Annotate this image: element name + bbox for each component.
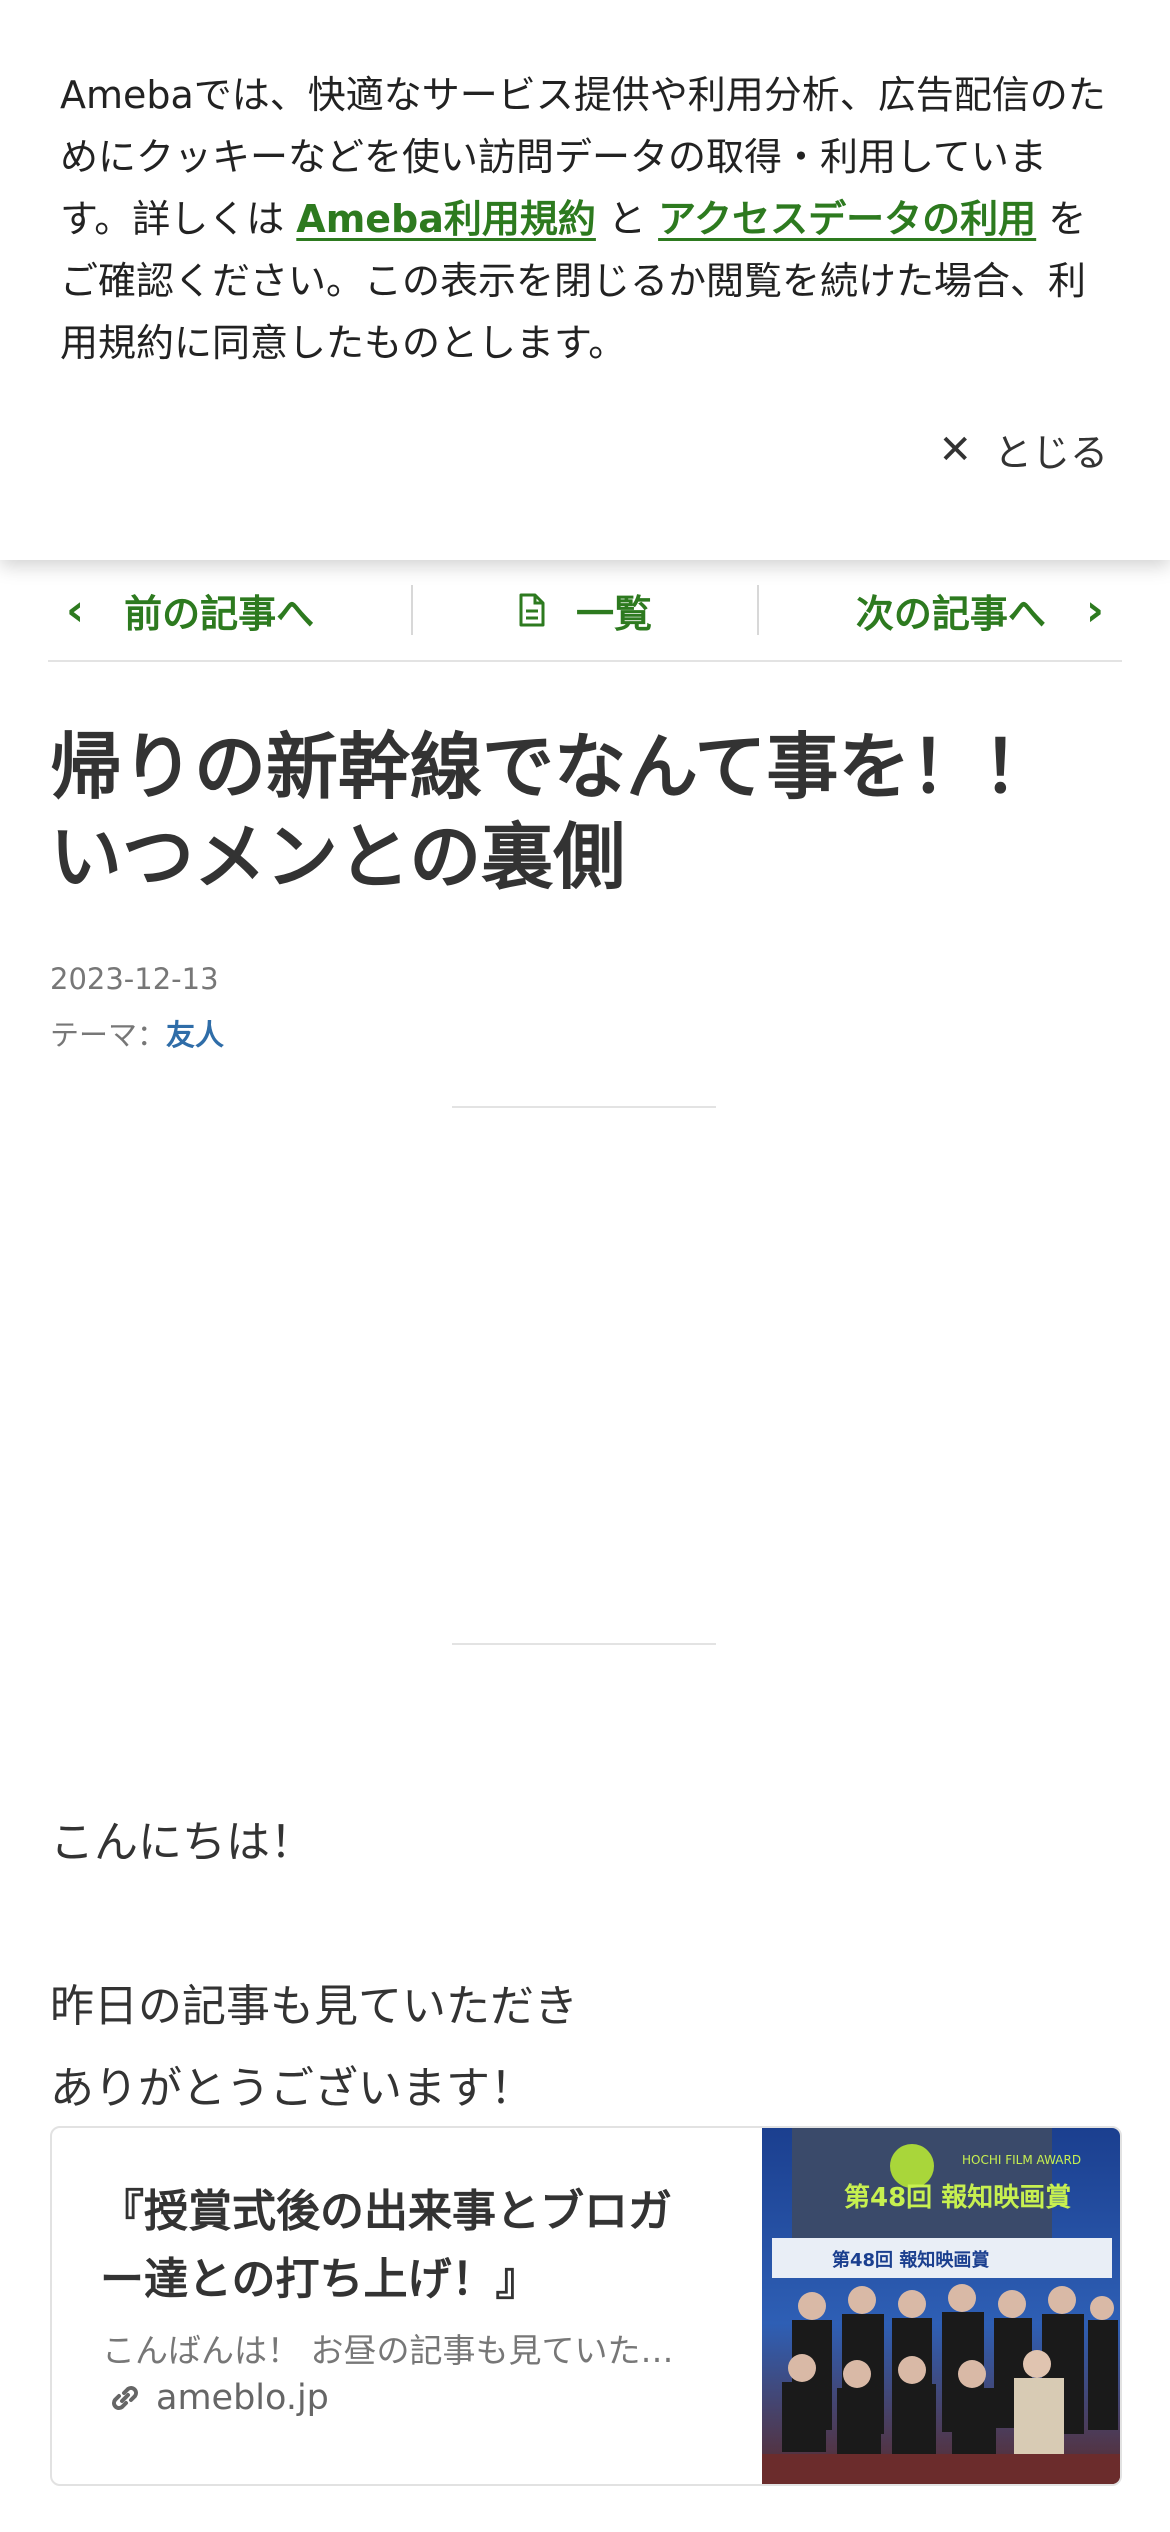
thumb-banner-text: 第48回 報知映画賞 — [844, 2182, 1071, 2213]
cookie-consent-text: Amebaでは、快適なサービス提供や利用分析、広告配信のためにクッキーなどを使い… — [60, 64, 1110, 374]
article-list-link[interactable]: 一覧 — [413, 582, 758, 638]
chevron-right-icon: › — [1085, 584, 1105, 636]
access-data-link[interactable]: アクセスデータの利用 — [658, 197, 1036, 241]
next-article-link[interactable]: 次の記事へ › — [759, 582, 1122, 638]
document-icon — [518, 593, 546, 627]
cookie-text-and: と — [595, 197, 659, 241]
article-theme: テーマ：友人 — [50, 1012, 224, 1054]
svg-text:HOCHI FILM AWARD: HOCHI FILM AWARD — [962, 2153, 1081, 2167]
terms-link[interactable]: Ameba利用規約 — [296, 197, 596, 241]
link-card-description: こんばんは！ お昼の記事も見ていただいた方 — [102, 2331, 682, 2370]
theme-link[interactable]: 友人 — [166, 1018, 224, 1052]
link-card-title: 『授賞式後の出来事とブロガー達との打ち上げ！』 — [100, 2186, 672, 2305]
theme-label: テーマ： — [50, 1018, 167, 1052]
link-card-thumbnail: HOCHI FILM AWARD 第48回 報知映画賞 第48回 報知映画賞 — [762, 2128, 1120, 2484]
link-card-domain-text: ameblo.jp — [156, 2378, 329, 2418]
svg-text:第48回 報知映画賞: 第48回 報知映画賞 — [832, 2249, 989, 2271]
ad-divider-top — [452, 1106, 716, 1108]
article-list-label: 一覧 — [576, 591, 653, 636]
cookie-close-label: とじる — [993, 431, 1108, 475]
next-article-label: 次の記事へ — [855, 591, 1046, 636]
article-nav: ‹ 前の記事へ 一覧 次の記事へ › — [48, 560, 1122, 662]
article-title: 帰りの新幹線でなんて事を！！いつメンとの裏側 — [50, 725, 1055, 899]
prev-article-label: 前の記事へ — [124, 591, 315, 636]
cookie-consent-banner: Amebaでは、快適なサービス提供や利用分析、広告配信のためにクッキーなどを使い… — [0, 0, 1170, 560]
article-date: 2023-12-13 — [50, 962, 219, 996]
prev-article-link[interactable]: ‹ 前の記事へ — [48, 582, 411, 638]
body-line: 昨日の記事も見ていただき — [50, 1981, 578, 2032]
link-card-domain: ameblo.jp — [108, 2378, 329, 2418]
body-line: ありがとうございます！ — [50, 2063, 534, 2114]
link-card[interactable]: 『授賞式後の出来事とブロガー達との打ち上げ！』 こんばんは！ お昼の記事も見てい… — [50, 2126, 1122, 2486]
close-icon: ✕ — [938, 426, 972, 473]
cookie-close-button[interactable]: ✕ とじる — [938, 422, 1108, 477]
chevron-left-icon: ‹ — [66, 584, 85, 636]
body-greeting: こんにちは！ — [50, 1817, 314, 1868]
link-icon — [108, 2381, 142, 2415]
ad-divider-bottom — [452, 1643, 716, 1645]
